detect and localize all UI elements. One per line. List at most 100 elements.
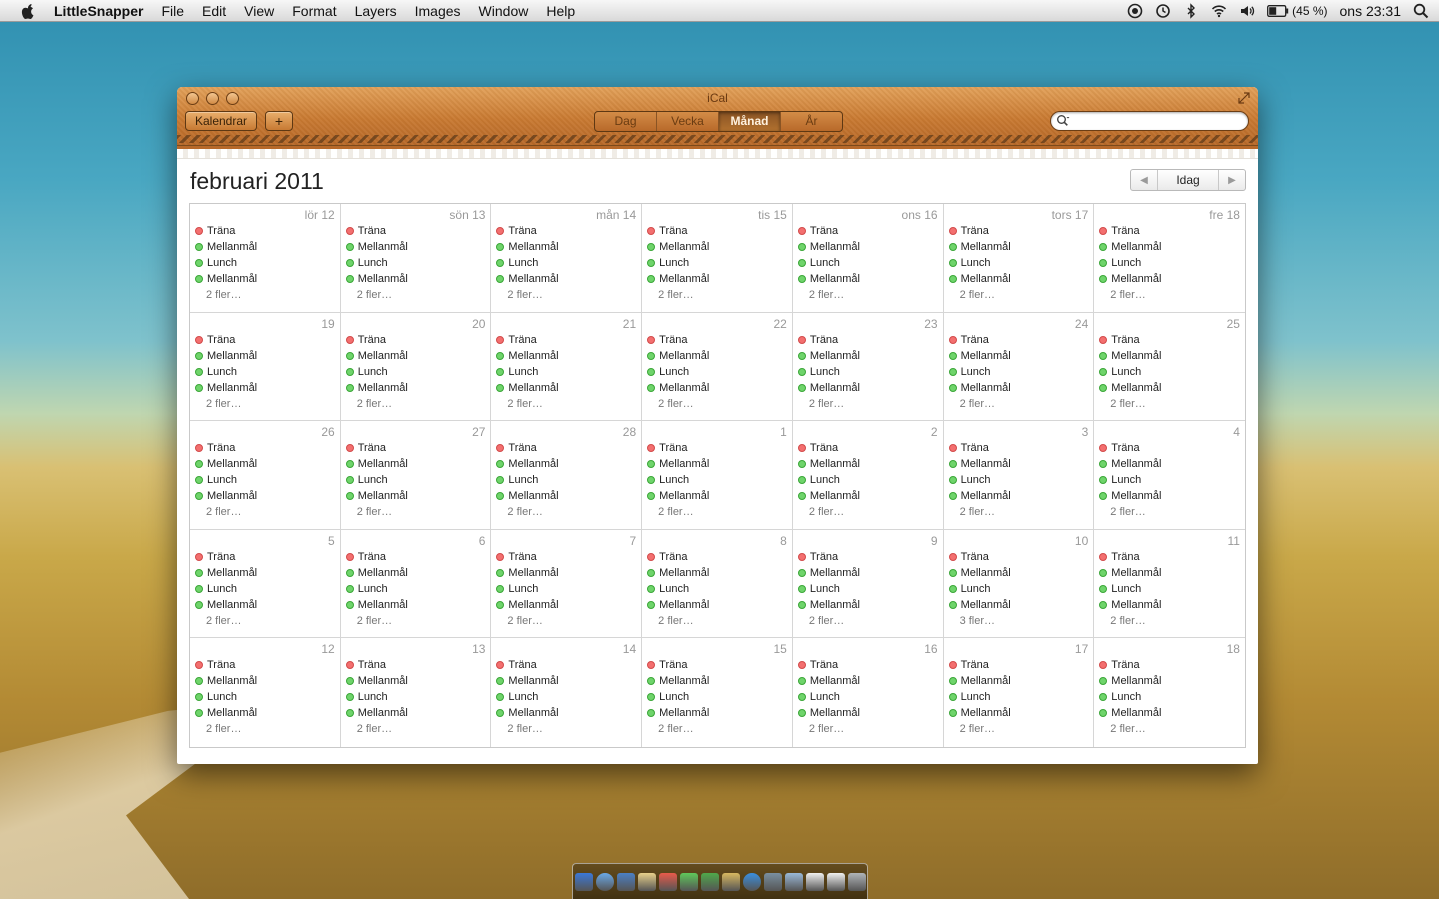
calendar-event[interactable]: Lunch bbox=[1099, 255, 1240, 271]
more-events-link[interactable]: 2 fler… bbox=[647, 287, 787, 303]
fullscreen-icon[interactable] bbox=[1238, 92, 1250, 104]
calendar-event[interactable]: Mellanmål bbox=[948, 705, 1089, 721]
menu-app-name[interactable]: LittleSnapper bbox=[52, 3, 152, 19]
day-cell[interactable]: 22 Träna Mellanmål Lunch Mellanmål 2 fler… bbox=[642, 312, 793, 422]
calendar-event[interactable]: Mellanmål bbox=[647, 456, 787, 472]
calendar-event[interactable]: Mellanmål bbox=[1099, 380, 1240, 396]
calendar-event[interactable]: Mellanmål bbox=[948, 597, 1089, 613]
calendar-event[interactable]: Lunch bbox=[1099, 472, 1240, 488]
menu-view[interactable]: View bbox=[235, 3, 283, 19]
menu-help[interactable]: Help bbox=[537, 3, 584, 19]
calendar-event[interactable]: Mellanmål bbox=[496, 456, 636, 472]
spotlight-search-icon[interactable] bbox=[1413, 3, 1429, 19]
calendar-event[interactable]: Lunch bbox=[195, 689, 335, 705]
calendar-event[interactable]: Lunch bbox=[647, 689, 787, 705]
calendar-event[interactable]: Lunch bbox=[496, 581, 636, 597]
calendar-event[interactable]: Mellanmål bbox=[948, 348, 1089, 364]
calendar-event[interactable]: Träna bbox=[647, 332, 787, 348]
next-month-button[interactable]: ▶ bbox=[1219, 170, 1245, 190]
calendar-event[interactable]: Lunch bbox=[647, 255, 787, 271]
calendar-event[interactable]: Mellanmål bbox=[1099, 565, 1240, 581]
apple-icon[interactable] bbox=[18, 1, 38, 21]
day-cell[interactable]: 14 Träna Mellanmål Lunch Mellanmål 2 fler… bbox=[491, 638, 643, 747]
more-events-link[interactable]: 2 fler… bbox=[496, 396, 636, 412]
calendar-event[interactable]: Träna bbox=[1099, 549, 1240, 565]
calendar-event[interactable]: Träna bbox=[496, 440, 636, 456]
calendar-event[interactable]: Lunch bbox=[948, 689, 1089, 705]
calendar-event[interactable]: Lunch bbox=[496, 364, 636, 380]
more-events-link[interactable]: 2 fler… bbox=[1099, 721, 1240, 737]
calendar-event[interactable]: Lunch bbox=[195, 255, 335, 271]
calendar-event[interactable]: Mellanmål bbox=[345, 565, 486, 581]
more-events-link[interactable]: 2 fler… bbox=[949, 287, 1089, 303]
calendar-event[interactable]: Lunch bbox=[496, 689, 636, 705]
more-events-link[interactable]: 2 fler… bbox=[1099, 396, 1240, 412]
more-events-link[interactable]: 2 fler… bbox=[949, 721, 1089, 737]
calendar-event[interactable]: Träna bbox=[195, 657, 335, 673]
day-cell[interactable]: 27 Träna Mellanmål Lunch Mellanmål 2 fler… bbox=[340, 421, 492, 530]
add-event-button[interactable]: + bbox=[265, 111, 293, 131]
day-cell[interactable]: 6 Träna Mellanmål Lunch Mellanmål 2 fler… bbox=[340, 529, 492, 639]
calendar-event[interactable]: Träna bbox=[496, 549, 636, 565]
safari-icon[interactable] bbox=[595, 872, 614, 891]
calendar-event[interactable]: Mellanmål bbox=[195, 488, 335, 504]
calendar-event[interactable]: Träna bbox=[948, 223, 1089, 239]
calendar-event[interactable]: Träna bbox=[496, 332, 636, 348]
notes-icon[interactable] bbox=[637, 872, 656, 891]
calendar-event[interactable]: Lunch bbox=[647, 472, 787, 488]
calendar-event[interactable]: Träna bbox=[948, 657, 1089, 673]
calendar-event[interactable]: Mellanmål bbox=[1099, 597, 1240, 613]
calendar-event[interactable]: Mellanmål bbox=[1099, 673, 1240, 689]
calendar-event[interactable]: Mellanmål bbox=[345, 239, 486, 255]
day-cell[interactable]: 21 Träna Mellanmål Lunch Mellanmål 2 fler… bbox=[491, 312, 643, 422]
calendar-event[interactable]: Mellanmål bbox=[496, 239, 636, 255]
calendar-event[interactable]: Lunch bbox=[948, 581, 1089, 597]
search-icon[interactable] bbox=[1056, 114, 1070, 128]
calendar-event[interactable]: Lunch bbox=[345, 689, 486, 705]
day-cell[interactable]: 9 Träna Mellanmål Lunch Mellanmål 2 fler… bbox=[792, 529, 944, 639]
calendar-event[interactable]: Träna bbox=[345, 332, 486, 348]
more-events-link[interactable]: 2 fler… bbox=[346, 504, 486, 520]
menu-file[interactable]: File bbox=[152, 3, 193, 19]
day-cell[interactable]: tors 17 Träna Mellanmål Lunch Mellanmål 2 fle… bbox=[943, 204, 1095, 313]
document-icon[interactable] bbox=[826, 872, 845, 891]
calendar-event[interactable]: Mellanmål bbox=[797, 271, 938, 287]
calendar-event[interactable]: Mellanmål bbox=[195, 673, 335, 689]
day-cell[interactable]: 13 Träna Mellanmål Lunch Mellanmål 2 fler… bbox=[341, 638, 492, 747]
day-cell[interactable]: 1 Träna Mellanmål Lunch Mellanmål 2 fler… bbox=[642, 421, 793, 530]
calendar-event[interactable]: Lunch bbox=[797, 255, 938, 271]
calendar-event[interactable]: Lunch bbox=[948, 255, 1089, 271]
calendar-event[interactable]: Mellanmål bbox=[948, 456, 1089, 472]
clock[interactable]: ons 23:31 bbox=[1340, 3, 1402, 19]
calendar-event[interactable]: Träna bbox=[797, 332, 938, 348]
calendar-event[interactable]: Lunch bbox=[647, 364, 787, 380]
calendar-event[interactable]: Träna bbox=[496, 657, 636, 673]
calendar-event[interactable]: Lunch bbox=[797, 581, 938, 597]
calendar-event[interactable]: Mellanmål bbox=[948, 565, 1089, 581]
preview-icon[interactable] bbox=[616, 872, 635, 891]
calendar-event[interactable]: Träna bbox=[797, 549, 938, 565]
day-cell[interactable]: 8 Träna Mellanmål Lunch Mellanmål 2 fler… bbox=[642, 529, 793, 639]
littlesnapper-icon[interactable] bbox=[700, 872, 719, 891]
day-cell[interactable]: 16 Träna Mellanmål Lunch Mellanmål 2 fler… bbox=[793, 638, 944, 747]
more-events-link[interactable]: 2 fler… bbox=[346, 287, 486, 303]
calendar-event[interactable]: Träna bbox=[1099, 223, 1240, 239]
calendar-event[interactable]: Mellanmål bbox=[345, 348, 486, 364]
calendar-event[interactable]: Träna bbox=[345, 223, 486, 239]
day-cell[interactable]: 18 Träna Mellanmål Lunch Mellanmål 2 fler… bbox=[1094, 638, 1245, 747]
calendar-event[interactable]: Lunch bbox=[345, 472, 486, 488]
calendar-event[interactable]: Lunch bbox=[1099, 364, 1240, 380]
little-snapper-status-icon[interactable] bbox=[1127, 3, 1143, 19]
trash-icon[interactable] bbox=[847, 872, 866, 891]
calendar-event[interactable]: Träna bbox=[195, 440, 335, 456]
calendar-event[interactable]: Mellanmål bbox=[647, 271, 787, 287]
calendar-event[interactable]: Träna bbox=[948, 549, 1089, 565]
calendar-event[interactable]: Träna bbox=[797, 440, 938, 456]
calendar-event[interactable]: Mellanmål bbox=[797, 673, 938, 689]
day-cell[interactable]: sön 13 Träna Mellanmål Lunch Mellanmål 2 fler… bbox=[340, 204, 492, 313]
calendar-event[interactable]: Träna bbox=[195, 332, 335, 348]
day-cell[interactable]: 25 Träna Mellanmål Lunch Mellanmål 2 fler… bbox=[1094, 313, 1245, 422]
calendar-event[interactable]: Lunch bbox=[797, 472, 938, 488]
menu-format[interactable]: Format bbox=[283, 3, 345, 19]
more-events-link[interactable]: 2 fler… bbox=[195, 504, 335, 520]
